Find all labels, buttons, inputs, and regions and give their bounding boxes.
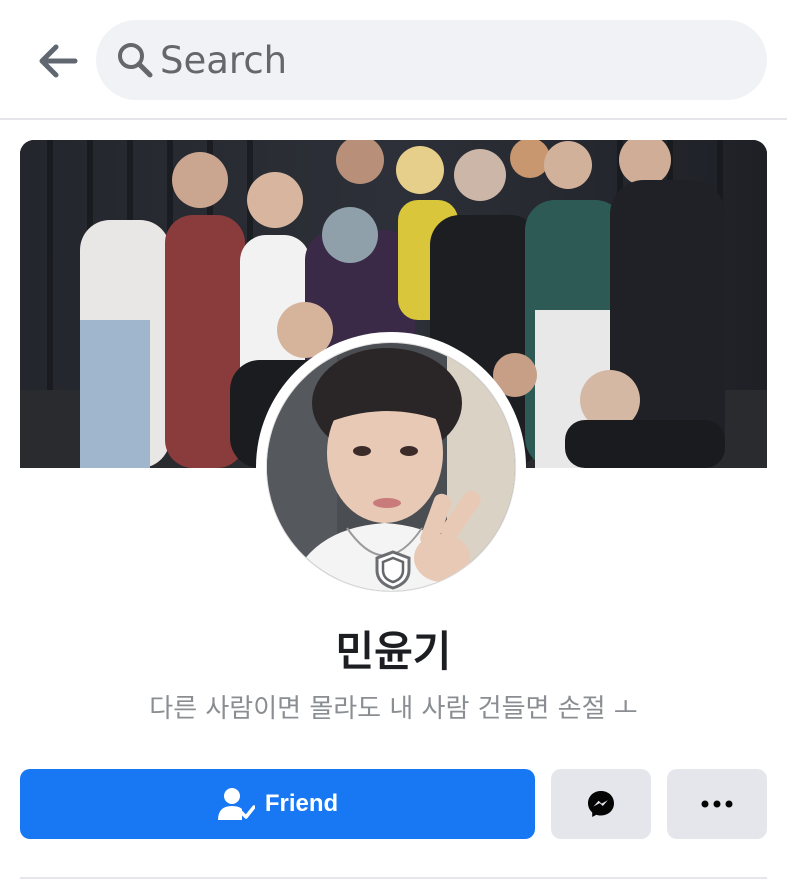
section-divider [20,877,767,879]
more-dots-icon [701,800,733,808]
messenger-button[interactable] [551,769,651,839]
search-icon [116,41,154,79]
search-input[interactable] [160,38,720,82]
friend-button[interactable]: Friend [20,769,535,839]
profile-name: 민윤기 [335,627,452,676]
profile-bio: 다른 사람이면 몰라도 내 사람 건들면 손절 ㅗ [149,694,638,724]
friend-check-icon [217,788,255,820]
back-arrow-icon [39,44,78,78]
back-button[interactable] [30,36,86,86]
messenger-icon [588,791,614,817]
more-options-button[interactable] [667,769,767,839]
search-bar[interactable] [96,20,767,100]
friend-button-label: Friend [264,790,339,817]
top-bar [0,0,787,120]
shield-icon [374,550,412,590]
